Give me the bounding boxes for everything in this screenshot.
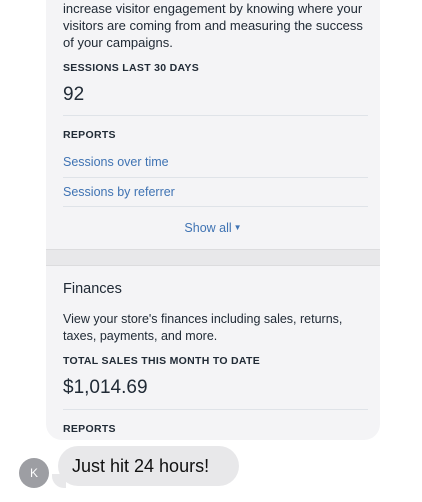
report-link-sessions-by-referrer[interactable]: Sessions by referrer bbox=[63, 185, 175, 199]
finances-description: View your store's finances including sal… bbox=[63, 312, 343, 343]
section-separator bbox=[46, 249, 380, 266]
divider bbox=[63, 177, 368, 178]
marketing-intro-text: increase visitor engagement by knowing w… bbox=[63, 1, 363, 50]
contact-avatar[interactable]: K bbox=[19, 458, 49, 488]
finances-reports-label: REPORTS bbox=[63, 423, 116, 435]
message-bubble[interactable]: Just hit 24 hours! bbox=[58, 446, 239, 486]
divider bbox=[63, 409, 368, 410]
total-sales-value: $1,014.69 bbox=[63, 377, 148, 398]
report-link-sessions-over-time[interactable]: Sessions over time bbox=[63, 155, 169, 169]
divider bbox=[63, 206, 368, 207]
sessions-label: SESSIONS LAST 30 DAYS bbox=[63, 62, 200, 74]
show-all-button[interactable]: Show all ▼ bbox=[46, 221, 380, 235]
screenshot-card: increase visitor engagement by knowing w… bbox=[46, 0, 380, 440]
total-sales-label: TOTAL SALES THIS MONTH TO DATE bbox=[63, 355, 261, 367]
divider bbox=[63, 115, 368, 116]
show-all-label: Show all bbox=[184, 221, 232, 235]
finances-title: Finances bbox=[63, 281, 122, 297]
reports-label: REPORTS bbox=[63, 129, 116, 141]
sessions-value: 92 bbox=[63, 84, 85, 105]
caret-down-icon: ▼ bbox=[233, 223, 242, 232]
